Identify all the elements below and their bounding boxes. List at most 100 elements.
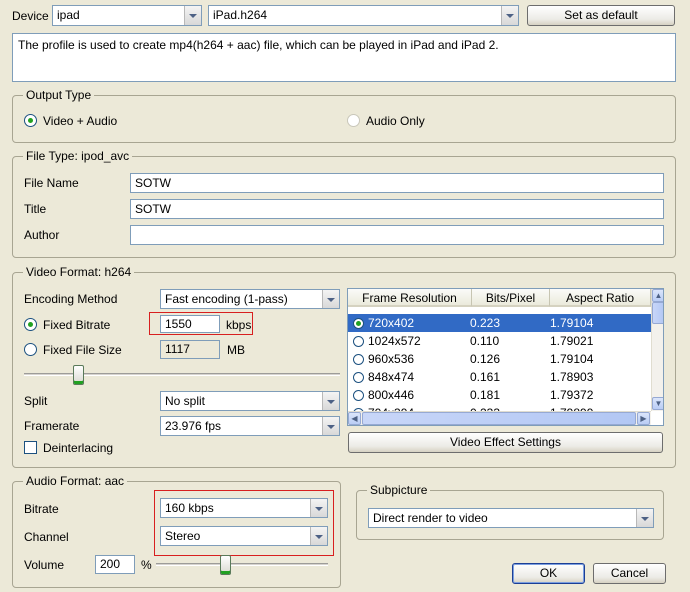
size-unit: MB [227,343,245,357]
chevron-down-icon[interactable] [322,392,339,410]
author-input[interactable] [130,225,664,245]
cell-resolution: 800x446 [368,388,415,402]
cell-bits-pixel: 0.126 [470,352,501,366]
file-type-title: File Type: ipod_avc [23,149,133,163]
volume-label: Volume [24,558,65,572]
device-select[interactable]: ipad [52,5,202,26]
scroll-thumb[interactable] [652,302,663,324]
volume-slider-track[interactable] [156,563,328,566]
chevron-down-icon[interactable] [322,290,339,308]
audio-bitrate-select[interactable]: 160 kbps [160,498,328,518]
list-item[interactable]: 720x402 0.223 1.79104 [348,314,651,332]
subpicture-select[interactable]: Direct render to video [368,508,654,528]
list-item[interactable]: 960x536 0.126 1.79104 [348,350,651,368]
cell-resolution: 1024x572 [368,334,421,348]
cell-bits-pixel: 0.110 [470,334,500,348]
profile-description-text: The profile is used to create mp4(h264 +… [18,38,499,52]
device-label: Device [12,9,49,23]
cell-aspect-ratio: 1.79372 [550,388,594,402]
horizontal-scroll-thumb[interactable] [362,412,636,425]
chevron-down-icon[interactable] [501,6,518,25]
row-radio[interactable] [353,336,364,347]
device-select-value: ipad [57,8,80,22]
file-name-value: SOTW [135,176,171,190]
chevron-down-icon[interactable] [310,527,327,545]
cell-resolution: 720x402 [368,316,415,330]
list-item[interactable]: 800x446 0.181 1.79372 [348,386,651,404]
video-audio-radio[interactable] [24,114,37,127]
framerate-select[interactable]: 23.976 fps [160,416,340,436]
chevron-down-icon[interactable] [636,509,653,527]
fixed-file-size-value: 1117 [165,342,190,356]
list-item[interactable]: 1024x572 0.110 1.79021 [348,332,651,350]
cell-resolution: 960x536 [368,352,415,366]
fixed-file-size-label[interactable]: Fixed File Size [43,343,122,357]
fixed-bitrate-value: 1550 [165,317,192,331]
audio-bitrate-value: 160 kbps [165,501,214,515]
list-item[interactable]: 848x474 0.161 1.78903 [348,368,651,386]
column-header-resolution[interactable]: Frame Resolution [348,289,472,307]
cell-bits-pixel: 0.161 [470,370,501,384]
row-radio[interactable] [353,390,364,401]
split-label: Split [24,394,48,408]
cancel-button[interactable]: Cancel [593,563,666,584]
fixed-bitrate-input[interactable]: 1550 [160,315,220,333]
column-header-aspect-ratio[interactable]: Aspect Ratio [550,289,651,307]
bitrate-unit: kbps [226,318,252,332]
scroll-down-icon[interactable]: ▼ [652,397,663,410]
subpicture-title: Subpicture [367,483,431,497]
cell-aspect-ratio: 1.79021 [550,334,594,348]
list-vertical-scrollbar[interactable]: ▲ ▼ [651,289,663,411]
channel-value: Stereo [165,529,201,543]
title-input[interactable]: SOTW [130,199,664,219]
frame-resolution-list[interactable]: Frame Resolution Bits/Pixel Aspect Ratio… [347,288,664,426]
chevron-down-icon[interactable] [184,6,201,25]
audio-format-title: Audio Format: aac [23,474,128,488]
title-label: Title [24,202,47,216]
deinterlacing-checkbox[interactable] [24,441,37,454]
ok-button[interactable]: OK [512,563,585,584]
file-size-slider-thumb[interactable] [72,365,84,385]
audio-bitrate-label: Bitrate [24,502,59,516]
volume-slider-thumb[interactable] [220,555,232,575]
video-effect-settings-button[interactable]: Video Effect Settings [348,432,663,453]
cell-aspect-ratio: 1.79104 [550,316,594,330]
split-value: No split [165,394,206,408]
fixed-file-size-input[interactable]: 1117 [160,340,220,359]
chevron-down-icon[interactable] [310,499,327,517]
scroll-up-icon[interactable]: ▲ [652,289,663,302]
scroll-left-icon[interactable]: ◀ [348,412,361,425]
framerate-label: Framerate [24,419,80,433]
file-name-input[interactable]: SOTW [130,173,664,193]
channel-select[interactable]: Stereo [160,526,328,546]
row-radio[interactable] [353,318,364,329]
encoding-method-select[interactable]: Fast encoding (1-pass) [160,289,340,309]
deinterlacing-label[interactable]: Deinterlacing [43,441,113,455]
channel-label: Channel [24,530,69,544]
profile-select-value: iPad.h264 [213,8,268,22]
subpicture-value: Direct render to video [373,511,488,525]
row-radio[interactable] [353,372,364,383]
cell-bits-pixel: 0.223 [470,316,501,330]
audio-only-label[interactable]: Audio Only [366,114,425,128]
chevron-down-icon[interactable] [322,417,339,435]
fixed-bitrate-label[interactable]: Fixed Bitrate [43,318,110,332]
column-header-bits-pixel[interactable]: Bits/Pixel [472,289,550,307]
video-format-title: Video Format: h264 [23,265,135,279]
video-audio-label[interactable]: Video + Audio [43,114,117,128]
row-radio[interactable] [353,354,364,365]
profile-description: The profile is used to create mp4(h264 +… [12,33,676,82]
audio-only-radio[interactable] [347,114,360,127]
volume-input[interactable]: 200 [95,555,135,574]
scroll-right-icon[interactable]: ▶ [637,412,650,425]
encoding-method-value: Fast encoding (1-pass) [165,292,288,306]
fixed-bitrate-radio[interactable] [24,318,37,331]
split-select[interactable]: No split [160,391,340,411]
volume-value: 200 [100,557,121,571]
fixed-file-size-radio[interactable] [24,343,37,356]
set-default-button[interactable]: Set as default [527,5,675,26]
profile-select[interactable]: iPad.h264 [208,5,519,26]
file-size-slider-track[interactable] [24,373,340,376]
framerate-value: 23.976 fps [165,419,222,433]
list-horizontal-scrollbar[interactable]: ◀ ▶ [348,411,651,425]
